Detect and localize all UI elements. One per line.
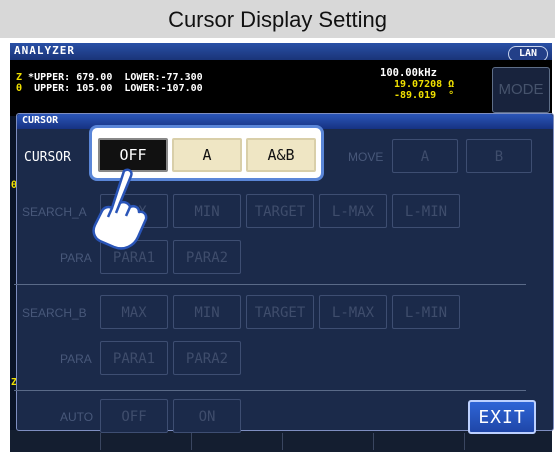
app-title: ANALYZER xyxy=(14,44,75,57)
search-a-target-button[interactable]: TARGET xyxy=(246,194,314,228)
page-title: Cursor Display Setting xyxy=(0,0,555,38)
search-b-lmax-button[interactable]: L-MAX xyxy=(319,295,387,329)
bottom-bar-segment xyxy=(101,433,192,450)
divider xyxy=(14,284,526,285)
bottom-bar-segment xyxy=(374,433,465,450)
app-titlebar: ANALYZER LAN xyxy=(10,43,552,62)
cursor-ab-button[interactable]: A&B xyxy=(246,138,316,172)
search-b-label: SEARCH_B xyxy=(22,306,87,320)
move-a-button[interactable]: A xyxy=(392,139,458,173)
search-b-min-button[interactable]: MIN xyxy=(173,295,241,329)
auto-on-button[interactable]: ON xyxy=(173,399,241,433)
pointing-hand-icon xyxy=(92,168,148,250)
cursor-label: CURSOR xyxy=(24,150,71,165)
cursor-a-button[interactable]: A xyxy=(172,138,242,172)
bottom-bar-segment xyxy=(192,433,283,450)
z-limit-text: *UPPER: 679.00 LOWER:-77.300 xyxy=(22,72,203,83)
search-b-max-button[interactable]: MAX xyxy=(100,295,168,329)
mode-button[interactable]: MODE xyxy=(492,67,550,113)
auto-label: AUTO xyxy=(60,410,94,424)
frequency-readout: 100.00kHz xyxy=(380,67,437,79)
search-b-lmin-button[interactable]: L-MIN xyxy=(392,295,460,329)
theta-value: -89.019 ° xyxy=(394,90,455,101)
search-a-min-button[interactable]: MIN xyxy=(173,194,241,228)
z-value: 19.07208 Ω xyxy=(394,79,455,90)
theta-limit-text: UPPER: 105.00 LOWER:-107.00 xyxy=(22,83,203,94)
auto-off-button[interactable]: OFF xyxy=(100,399,168,433)
para-b-label: PARA xyxy=(60,352,92,366)
theta-limit-row: θ UPPER: 105.00 LOWER:-107.00 xyxy=(16,83,203,94)
bottom-bar-segment xyxy=(283,433,374,450)
search-a-lmax-button[interactable]: L-MAX xyxy=(319,194,387,228)
move-label: MOVE xyxy=(348,150,384,164)
measurement-panel: Z *UPPER: 679.00 LOWER:-77.300 θ UPPER: … xyxy=(10,60,552,116)
z-limit-row: Z *UPPER: 679.00 LOWER:-77.300 xyxy=(16,72,203,83)
search-a-label: SEARCH_A xyxy=(22,205,87,219)
move-b-button[interactable]: B xyxy=(466,139,532,173)
para-a-para2-button[interactable]: PARA2 xyxy=(173,240,241,274)
bottom-bar-segment xyxy=(10,433,101,450)
exit-button[interactable]: EXIT xyxy=(468,400,536,434)
para-b-para1-button[interactable]: PARA1 xyxy=(100,341,168,375)
para-b-para2-button[interactable]: PARA2 xyxy=(173,341,241,375)
search-a-lmin-button[interactable]: L-MIN xyxy=(392,194,460,228)
search-b-target-button[interactable]: TARGET xyxy=(246,295,314,329)
divider xyxy=(14,390,526,391)
dialog-title: CURSOR xyxy=(22,115,59,126)
